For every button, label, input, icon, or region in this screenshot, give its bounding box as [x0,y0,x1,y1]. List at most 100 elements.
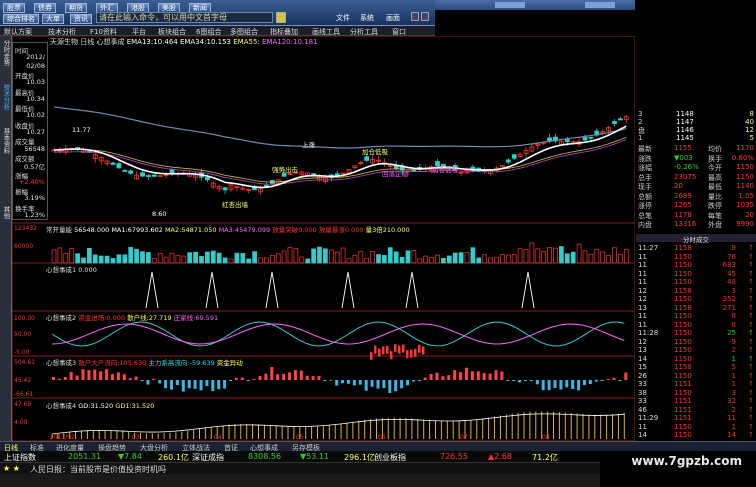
tick-time: 11:29 [638,414,659,422]
flow-bar [512,380,516,381]
stat-label: 最高 [708,173,722,182]
volume-bar [612,247,617,264]
tab-bonds[interactable]: 债券 [34,3,56,13]
tick-dir-icon: ↑ [748,312,754,320]
spike-line [145,271,159,309]
flow-bar [223,380,227,389]
sh-value: 2051.31 [68,452,102,461]
ema13-label: EMA13: [126,38,154,46]
rail-tab-other[interactable]: 其他 [1,206,11,219]
volume-bar [63,253,69,264]
rail-tab-intraday[interactable]: 分时走势 [1,40,11,66]
order-book-price: 1148 [676,110,694,118]
tick-vol: 2 [731,405,736,414]
tick-vol: 45 [727,269,736,278]
ema120-label: EMA120: [262,38,293,46]
flow-bar [476,371,480,380]
tick-price: 1150 [674,252,692,261]
flow-bar [529,380,533,381]
volume-bar [559,246,564,264]
flow-bar [500,371,504,380]
tab-bigorder[interactable]: 大单 [42,14,64,24]
tab-futures[interactable]: 期货 [65,3,87,13]
stat-value: 2699 [674,191,692,200]
stat-label: 跌停 [708,202,722,210]
tab-info[interactable]: 资讯 [70,14,92,24]
flow-bar [382,380,386,389]
rail-tab-basic[interactable]: 基本资料 [1,128,11,154]
candle-body [204,177,210,181]
tick-time: 46 [638,405,647,414]
x-axis-label: 07 [460,434,468,441]
dw-value: 10.34 [26,94,45,103]
tick-vol: 1 [731,380,736,388]
tick-price: 1150 [674,312,692,320]
menu-system[interactable]: 系统 [360,13,374,23]
volume-bar [441,257,446,264]
dw-value: 10.27 [26,128,45,136]
sz-change: ▼53.11 [300,452,330,461]
x-axis-label: 2011/02 [50,434,75,441]
volume-bar [387,247,393,264]
tick-time: 11:28 [638,329,659,337]
flow-bar [217,380,221,390]
flow-bar [618,380,622,381]
flow-bar [429,373,433,380]
flow-bar [293,370,297,380]
tick-time: 38 [638,388,647,397]
menu-view[interactable]: 画面 [386,13,400,23]
chart-canvas[interactable]: 11.778.60上涨加仓低吸强势出击红杏出墙回落企稳 加仓低吸 12343260… [12,36,635,441]
volume-bar [435,254,440,264]
volume-bar [523,248,529,264]
function-menu: 默认方案 技术分析 F10资料 平台 板块组合 6图组合 多图组合 指标叠加 画… [0,26,435,36]
vol-ma2: 54871.050 [181,226,217,234]
flow-bar [105,369,109,380]
tick-time: 33 [638,380,647,388]
indicator-name: 心想事成 [96,38,125,46]
flow-bar [411,380,415,382]
volume-bar [570,251,576,264]
search-icon[interactable] [276,12,286,23]
volume-bar [547,247,552,264]
volume-bar [618,254,623,264]
ind4-b-label: GD1: [115,402,132,410]
inflow-bar [406,350,409,359]
ind3-b: -59.639 [189,359,215,367]
vol-axis-top: 123432 [14,225,37,232]
flow-bar [606,379,610,381]
cy-change: ▲2.68 [488,452,512,461]
candle-body [612,121,617,125]
spike-line [205,271,219,309]
flow-bar [134,376,138,380]
tick-vol: 352 [722,295,736,303]
vol-value: 56548.000 [74,226,110,234]
order-book-vol: 8 [749,110,754,118]
tick-price: 1158 [674,244,692,252]
flow-bar [347,380,350,384]
flow-bar [358,380,362,385]
flow-bar [441,376,445,380]
tick-time: 13 [638,346,647,354]
rail-tab-tech[interactable]: 技术分析 [1,84,11,110]
flow-bar [276,374,280,380]
search-input[interactable]: 请在此输入命令，可以用中文首字母 [96,12,273,23]
tick-dir-icon: ↑ [748,286,754,295]
volume-bar [452,252,458,264]
ind2-a: 0.000 [106,314,126,322]
volume-bar [476,257,482,264]
menu-file[interactable]: 文件 [336,13,350,23]
tab-rank[interactable]: 综合排名 [3,14,39,24]
inflow-bar [398,345,401,354]
flow-bar [329,379,333,381]
bottom-strip [0,474,600,487]
close-icon[interactable] [421,12,429,21]
volume-bar [423,255,429,264]
tick-vol: 32 [727,397,736,405]
order-book-price: 1147 [676,118,694,126]
tab-stocks[interactable]: 股票 [3,3,25,13]
ind1-title: 心想事成1 [46,266,77,274]
minimize-icon[interactable] [411,12,419,21]
volume-bar [258,257,263,264]
ind1-panel [12,262,635,312]
volume-bar [553,247,558,264]
